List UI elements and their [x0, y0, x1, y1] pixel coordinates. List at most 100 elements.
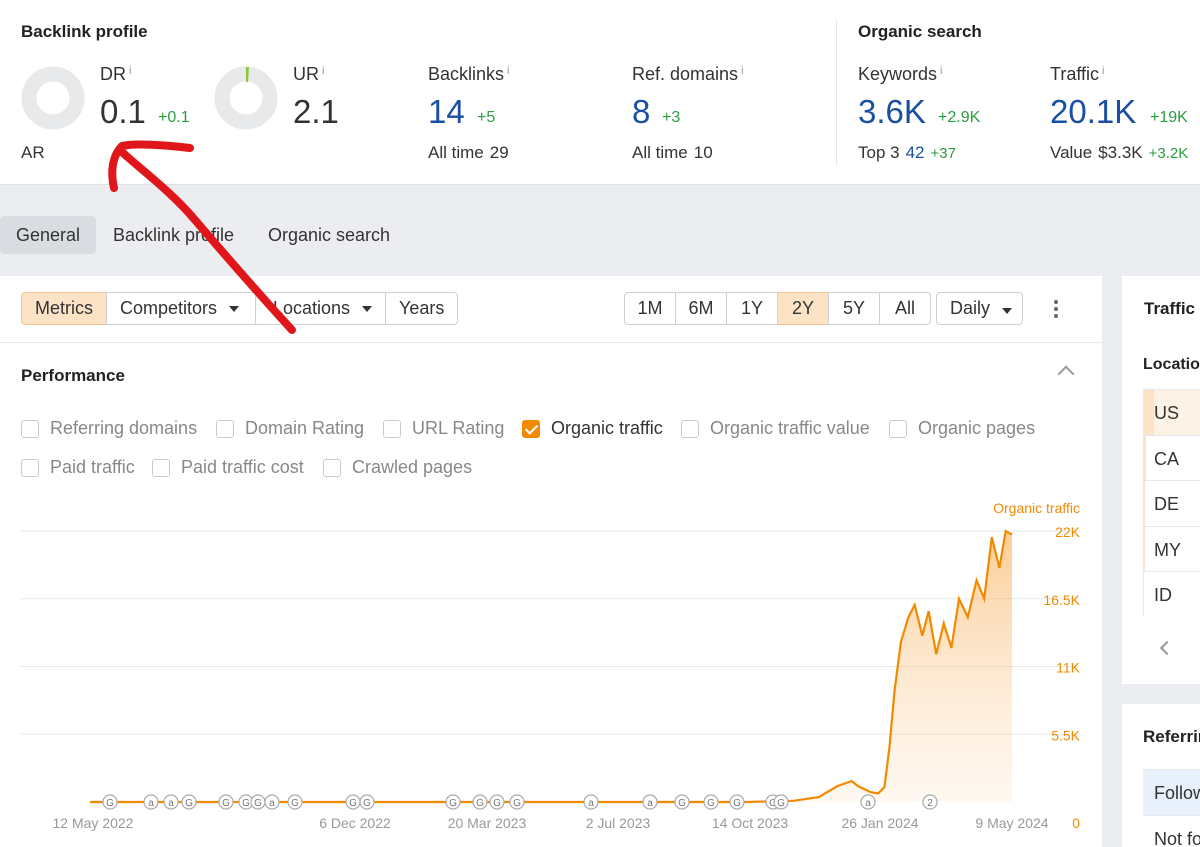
range-5y-button[interactable]: 5Y [828, 292, 880, 325]
tab-general[interactable]: General [0, 216, 97, 254]
checkbox-box[interactable] [21, 458, 39, 477]
event-marker[interactable]: G [472, 794, 488, 810]
event-marker[interactable]: G [359, 794, 375, 810]
traffic-label-text: Traffic [1050, 64, 1100, 84]
event-marker[interactable]: a [642, 794, 658, 810]
event-marker[interactable]: G [250, 794, 266, 810]
range-all-button[interactable]: All [879, 292, 931, 325]
referring-row-follow[interactable]: Follow [1143, 769, 1200, 815]
checkbox-box[interactable] [216, 419, 234, 438]
ur-label: UR i [293, 64, 324, 85]
keywords-top3-value[interactable]: 42 [906, 143, 925, 162]
checkbox-paid-traffic-cost[interactable]: Paid traffic cost [152, 457, 304, 478]
organic-traffic-chart[interactable]: 22K 16.5K 11K 5.5K 0 12 May 2022 6 Dec 2022 20… [0, 520, 1100, 847]
range-2y-button[interactable]: 2Y [777, 292, 829, 325]
checkbox-box[interactable] [522, 419, 540, 438]
event-marker[interactable]: G [773, 794, 789, 810]
event-marker[interactable]: G [509, 794, 525, 810]
range-1y-button[interactable]: 1Y [726, 292, 778, 325]
event-marker[interactable]: a [860, 794, 876, 810]
event-marker[interactable]: a [264, 794, 280, 810]
backlinks-info-icon[interactable]: i [507, 65, 509, 77]
location-row-us[interactable]: US [1143, 389, 1200, 435]
competitors-dropdown[interactable]: Competitors [106, 292, 256, 325]
event-marker[interactable]: a [163, 794, 179, 810]
event-marker-label: G [476, 798, 484, 809]
x-tick-label: 6 Dec 2022 [319, 815, 391, 831]
backlinks-value[interactable]: 14 [428, 93, 465, 131]
event-marker[interactable]: G [218, 794, 234, 810]
event-marker[interactable]: G [287, 794, 303, 810]
ref-domains-delta: +3 [662, 109, 681, 126]
event-marker[interactable]: G [729, 794, 745, 810]
granularity-dropdown[interactable]: Daily [936, 292, 1023, 325]
checkbox-label: Crawled pages [352, 457, 473, 477]
tab-organic-search[interactable]: Organic search [252, 216, 406, 254]
checkbox-box[interactable] [383, 419, 401, 438]
traffic-info-icon[interactable]: i [1102, 65, 1104, 77]
locations-dropdown[interactable]: Locations [255, 292, 386, 325]
y-tick-label: 5.5K [1051, 727, 1080, 743]
ur-value: 2.1 [293, 93, 339, 130]
checkbox-box[interactable] [21, 419, 39, 438]
traffic-value[interactable]: 20.1K [1050, 93, 1136, 131]
event-marker[interactable]: G [445, 794, 461, 810]
event-marker-label: G [707, 798, 715, 809]
checkbox-organic-traffic[interactable]: Organic traffic [522, 418, 663, 439]
event-marker[interactable]: G [489, 794, 505, 810]
x-tick-label: 26 Jan 2024 [841, 815, 918, 831]
checkbox-crawled-pages[interactable]: Crawled pages [323, 457, 472, 478]
ref-domains-info-icon[interactable]: i [741, 65, 743, 77]
checkbox-box[interactable] [681, 419, 699, 438]
backlink-profile-title: Backlink profile [21, 22, 148, 41]
metrics-toolbar: Metrics Competitors Locations Years [21, 292, 459, 325]
checkbox-organic-traffic-value[interactable]: Organic traffic value [681, 418, 870, 439]
dr-label-text: DR [100, 64, 126, 84]
event-marker[interactable]: G [703, 794, 719, 810]
checkbox-url-rating[interactable]: URL Rating [383, 418, 504, 439]
checkbox-box[interactable] [323, 458, 341, 477]
range-6m-button[interactable]: 6M [675, 292, 727, 325]
event-marker[interactable]: G [345, 794, 361, 810]
divider [0, 342, 1102, 343]
referring-row-not-follow[interactable]: Not fo [1143, 815, 1200, 847]
event-marker[interactable]: G [102, 794, 118, 810]
location-row-ca[interactable]: CA [1143, 434, 1200, 481]
checkbox-paid-traffic[interactable]: Paid traffic [21, 457, 135, 478]
event-marker[interactable]: 2 [922, 794, 938, 810]
location-code: US [1154, 403, 1180, 423]
checkbox-box[interactable] [889, 419, 907, 438]
location-row-my[interactable]: MY [1143, 525, 1200, 572]
ref-domains-value[interactable]: 8 [632, 93, 650, 131]
keywords-info-icon[interactable]: i [940, 65, 942, 77]
tab-backlink-profile[interactable]: Backlink profile [97, 216, 250, 254]
range-1m-button[interactable]: 1M [624, 292, 676, 325]
location-share-bar [1143, 526, 1145, 572]
ref-domains-alltime-label: All time [632, 143, 688, 162]
chevron-down-icon [1002, 308, 1013, 314]
keywords-value[interactable]: 3.6K [858, 93, 926, 131]
organic-search-title: Organic search [858, 22, 982, 41]
event-marker[interactable]: G [181, 794, 197, 810]
traffic-value-sub-value: $3.3K [1098, 143, 1143, 162]
event-marker[interactable]: a [143, 794, 159, 810]
ar-label[interactable]: AR [21, 143, 45, 163]
locations-label: Locations [272, 298, 350, 318]
checkbox-referring-domains[interactable]: Referring domains [21, 418, 197, 439]
metrics-button[interactable]: Metrics [21, 292, 107, 325]
more-options-icon[interactable] [1050, 298, 1062, 320]
event-marker[interactable]: G [674, 794, 690, 810]
date-range-selector: 1M 6M 1Y 2Y 5Y All [624, 292, 931, 325]
checkbox-organic-pages[interactable]: Organic pages [889, 418, 1035, 439]
location-row-de[interactable]: DE [1143, 480, 1200, 526]
checkbox-domain-rating[interactable]: Domain Rating [216, 418, 364, 439]
event-marker-label: G [493, 798, 501, 809]
years-button[interactable]: Years [385, 292, 459, 325]
location-row-id[interactable]: ID [1143, 571, 1200, 617]
dr-info-icon[interactable]: i [129, 65, 131, 77]
keywords-label-text: Keywords [858, 64, 938, 84]
event-marker[interactable]: a [583, 794, 599, 810]
checkbox-box[interactable] [152, 458, 170, 477]
ur-info-icon[interactable]: i [322, 65, 324, 77]
section-divider [836, 20, 837, 165]
